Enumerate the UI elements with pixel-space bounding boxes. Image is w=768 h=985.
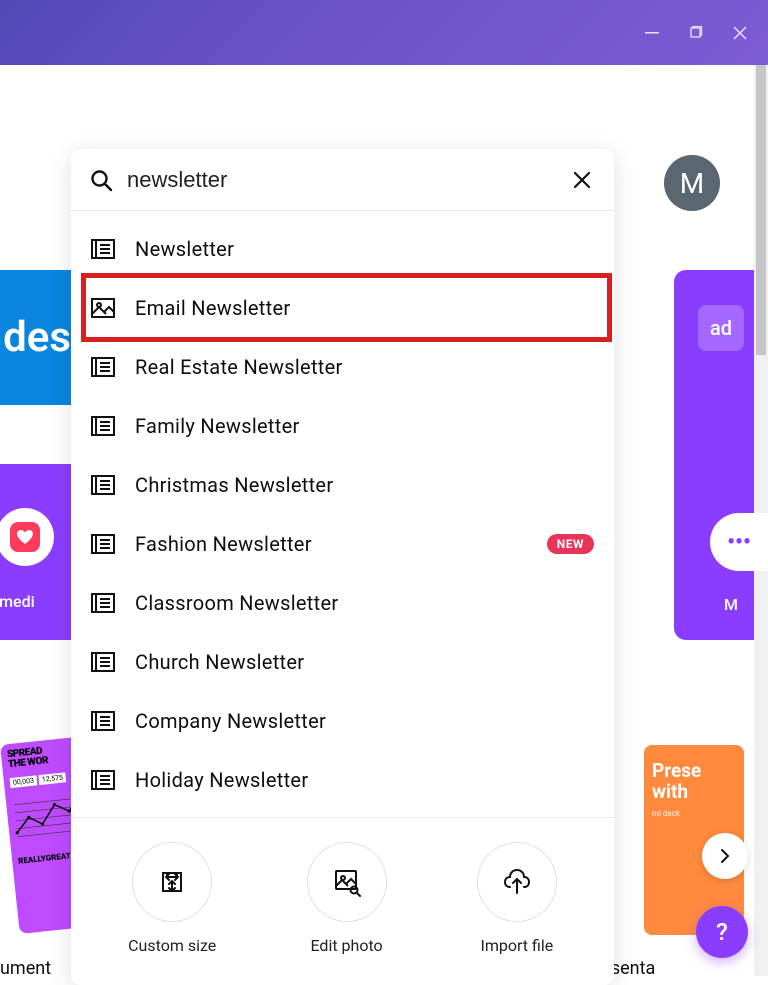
suggestion-label: Newsletter: [135, 237, 234, 261]
action-label: Edit photo: [310, 936, 382, 955]
suggestion-label: Christmas Newsletter: [135, 473, 333, 497]
suggestion-item[interactable]: Email Newsletter: [71, 278, 614, 337]
newspaper-icon: [89, 235, 117, 263]
thumb-badge: 12,575: [38, 772, 66, 785]
suggestion-item[interactable]: Church Newsletter: [71, 632, 614, 691]
suggestion-label: Classroom Newsletter: [135, 591, 338, 615]
hero-more-label: M: [724, 595, 738, 614]
suggestion-item[interactable]: Real Estate Newsletter: [71, 337, 614, 396]
bg-tile-social: cial medi: [0, 464, 75, 640]
suggestion-label: Email Newsletter: [135, 296, 290, 320]
thumb-sub: nd deck: [652, 809, 736, 818]
newspaper-icon: [89, 471, 117, 499]
suggestion-label: Fashion Newsletter: [135, 532, 312, 556]
search-input[interactable]: [127, 167, 568, 193]
suggestion-item[interactable]: Classroom Newsletter: [71, 573, 614, 632]
upload-button[interactable]: ad: [698, 305, 744, 351]
newspaper-icon: [89, 707, 117, 735]
suggestion-item[interactable]: Company Newsletter: [71, 691, 614, 750]
clear-search-button[interactable]: [568, 166, 596, 194]
suggestion-label: Family Newsletter: [135, 414, 300, 438]
window-titlebar: [0, 0, 768, 65]
thumb-badge: 00,003: [10, 775, 38, 788]
hero-more-button[interactable]: •••: [710, 513, 768, 571]
action-label: Custom size: [128, 936, 216, 955]
new-badge: NEW: [547, 534, 594, 554]
minimize-button[interactable]: [644, 25, 660, 41]
thumb-title: Prese with: [652, 761, 736, 803]
close-button[interactable]: [732, 25, 748, 41]
help-button[interactable]: ?: [696, 906, 748, 958]
maximize-button[interactable]: [688, 25, 704, 41]
action-label: Import file: [480, 936, 553, 955]
suggestion-label: Church Newsletter: [135, 650, 304, 674]
suggestion-label: Holiday Newsletter: [135, 768, 308, 792]
newspaper-icon: [89, 648, 117, 676]
scrollbar-thumb[interactable]: [756, 65, 766, 355]
newspaper-icon: [89, 766, 117, 794]
suggestion-label: Real Estate Newsletter: [135, 355, 343, 379]
search-row: [71, 149, 614, 211]
custom-size-button[interactable]: Custom size: [128, 842, 216, 955]
suggestion-item[interactable]: Fashion Newsletter NEW: [71, 514, 614, 573]
action-row: Custom size Edit photo Import file: [71, 817, 614, 985]
search-icon: [89, 168, 113, 192]
edit-photo-button[interactable]: Edit photo: [307, 842, 387, 955]
newspaper-icon: [89, 589, 117, 617]
search-dropdown: Newsletter Email Newsletter Real Estate Ne…: [71, 149, 614, 985]
bg-tile-social-label: cial medi: [0, 592, 75, 611]
suggestion-label: Company Newsletter: [135, 709, 326, 733]
main-content: M des cial medi ad ••• M SPREAD THE WOR …: [0, 65, 768, 976]
carousel-next-button[interactable]: [702, 833, 748, 879]
newspaper-icon: [89, 530, 117, 558]
image-icon: [89, 294, 117, 322]
user-avatar[interactable]: M: [664, 155, 720, 211]
suggestion-list: Newsletter Email Newsletter Real Estate Ne…: [71, 211, 614, 817]
import-file-button[interactable]: Import file: [477, 842, 557, 955]
suggestion-item[interactable]: Family Newsletter: [71, 396, 614, 455]
newspaper-icon: [89, 353, 117, 381]
suggestion-item[interactable]: Christmas Newsletter: [71, 455, 614, 514]
heart-badge: [0, 508, 54, 566]
bg-tile-designs: des: [0, 270, 75, 405]
suggestion-item[interactable]: Newsletter: [71, 219, 614, 278]
suggestion-item[interactable]: Holiday Newsletter: [71, 750, 614, 809]
newspaper-icon: [89, 412, 117, 440]
